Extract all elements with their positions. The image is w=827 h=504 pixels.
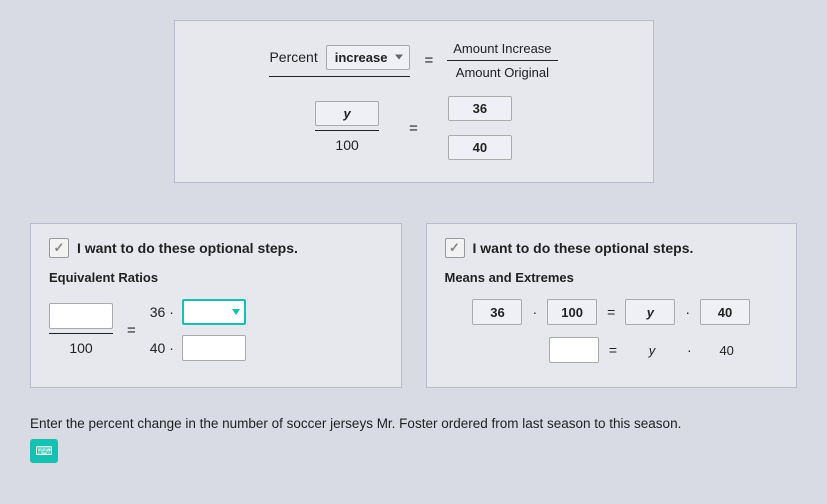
er-bot-input[interactable] [182, 335, 246, 361]
question-row: Enter the percent change in the number o… [30, 416, 797, 463]
amount-original-label: Amount Original [450, 63, 555, 82]
equivalent-ratios-title: Equivalent Ratios [49, 270, 383, 285]
means-extremes-content: 36 · 100 = y · 40 = y · 40 [445, 299, 779, 363]
fraction-line [447, 60, 557, 61]
me-d[interactable]: 40 [700, 299, 750, 325]
er-top-select[interactable] [182, 299, 246, 325]
er-top-row: 36 · [150, 299, 246, 325]
optional-label: I want to do these optional steps. [473, 240, 694, 256]
dot: · [687, 342, 692, 358]
er-top-prefix: 36 · [150, 304, 174, 320]
me-c[interactable]: y [625, 299, 675, 325]
equals-sign: = [409, 120, 418, 137]
er-denom: 100 [49, 338, 113, 358]
formula-definition-row: Percent increase = Amount Increase Amoun… [203, 39, 625, 82]
er-lhs-fraction: 100 [49, 303, 113, 358]
keypad-icon: ⌨ [35, 444, 52, 458]
denominator-box[interactable]: 40 [448, 135, 512, 160]
optional-header-right: ✓ I want to do these optional steps. [445, 238, 779, 258]
rhs-fraction: 36 40 [448, 96, 512, 160]
er-bot-row: 40 · [150, 335, 246, 361]
me-row-1: 36 · 100 = y · 40 [445, 299, 779, 325]
fraction-line [49, 333, 113, 334]
formula-panel: Percent increase = Amount Increase Amoun… [174, 20, 654, 183]
means-extremes-title: Means and Extremes [445, 270, 779, 285]
equals-sign: = [424, 52, 433, 69]
er-numerator-input[interactable] [49, 303, 113, 329]
lhs-fraction: y 100 [315, 101, 379, 155]
numerator-box[interactable]: 36 [448, 96, 512, 121]
percent-lhs: Percent increase [269, 45, 410, 77]
optional-panels-row: ✓ I want to do these optional steps. Equ… [30, 223, 797, 388]
me-a[interactable]: 36 [472, 299, 522, 325]
amount-fraction: Amount Increase Amount Original [447, 39, 557, 82]
me-product-input[interactable] [549, 337, 599, 363]
me-d2: 40 [702, 337, 752, 363]
er-bot-prefix: 40 · [150, 340, 174, 356]
me-c2: y [627, 337, 677, 363]
lhs-denom: 100 [315, 135, 379, 155]
question-text: Enter the percent change in the number o… [30, 416, 797, 431]
optional-header-left: ✓ I want to do these optional steps. [49, 238, 383, 258]
optional-label: I want to do these optional steps. [77, 240, 298, 256]
fraction-line [315, 130, 379, 131]
formula-values-row: y 100 = 36 40 [203, 96, 625, 160]
dot: · [532, 304, 537, 320]
er-rhs-fraction: 36 · 40 · [150, 299, 246, 361]
variable-y-box[interactable]: y [315, 101, 379, 126]
means-extremes-panel: ✓ I want to do these optional steps. Mea… [426, 223, 798, 388]
amount-increase-label: Amount Increase [447, 39, 557, 58]
me-b[interactable]: 100 [547, 299, 597, 325]
equivalent-ratios-content: 100 = 36 · 40 · [49, 299, 383, 361]
equals-sign: = [127, 322, 136, 339]
checkbox-right[interactable]: ✓ [445, 238, 465, 258]
dot: · [685, 304, 690, 320]
percent-label: Percent [269, 49, 317, 65]
change-type-select[interactable]: increase [326, 45, 411, 70]
equivalent-ratios-panel: ✓ I want to do these optional steps. Equ… [30, 223, 402, 388]
checkbox-left[interactable]: ✓ [49, 238, 69, 258]
equals-sign: = [609, 342, 617, 358]
equals-sign: = [607, 304, 615, 320]
keypad-button[interactable]: ⌨ [30, 439, 58, 463]
me-spacer [471, 337, 521, 363]
me-row-2: = y · 40 [445, 337, 779, 363]
